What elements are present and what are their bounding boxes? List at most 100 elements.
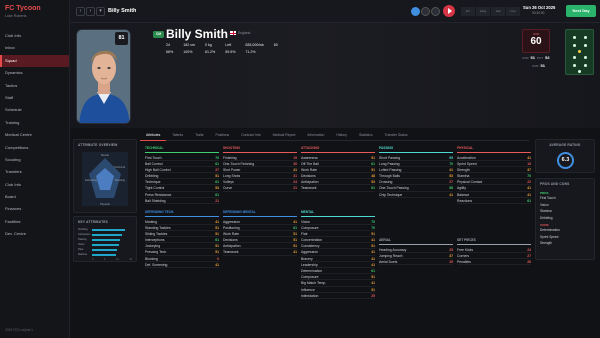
attribute-group-title: Physical xyxy=(457,146,531,153)
sidebar-item[interactable]: Medical Centre xyxy=(0,129,69,141)
attribute-name: Long Shots xyxy=(223,174,241,179)
pros-cons-title: Pros and Cons xyxy=(540,182,570,186)
key-attribute-label: Composure xyxy=(78,233,91,236)
attribute-row[interactable]: Def. Screening 41 xyxy=(145,262,219,268)
overview-label-mental: Mental xyxy=(101,153,109,157)
tab-traits[interactable]: Traits xyxy=(189,131,209,141)
sidebar-item[interactable]: Facilities xyxy=(0,216,69,228)
attribute-name: Work Rate xyxy=(301,167,317,172)
sidebar-item[interactable]: Dev. Centre xyxy=(0,228,69,240)
next-day-button[interactable]: Next Day xyxy=(566,5,596,17)
attribute-name: Sprint Speed xyxy=(457,161,477,166)
position-pitch-map[interactable] xyxy=(565,29,594,75)
sidebar-item[interactable]: Schedule xyxy=(0,104,69,116)
attribute-value: 48 xyxy=(371,174,375,179)
key-attribute-bar xyxy=(92,243,119,246)
attribute-value: 25 xyxy=(449,247,453,252)
attribute-value: 27 xyxy=(449,180,453,185)
attribute-row[interactable]: Teamwork 41 xyxy=(223,249,297,256)
average-rating-title: Average Rating xyxy=(549,143,581,147)
attribute-row[interactable]: Chip Technique 41 xyxy=(379,192,453,198)
attribute-value: 25 xyxy=(371,293,375,298)
attribute-group-defending-mental: Defending Mental Aggression 41 Positioning 6… xyxy=(223,210,297,256)
attribute-row[interactable]: Intimidation 25 xyxy=(301,293,375,299)
attribute-row[interactable]: Ball Shielding 21 xyxy=(145,198,219,204)
tab-talents[interactable]: Talents xyxy=(166,131,189,141)
attribute-group-set-pieces: Set Pieces Free Kicks 24 Corners 27 Penalties… xyxy=(457,238,531,266)
speed-option[interactable]: 1wk xyxy=(491,7,505,16)
attribute-name: Jockeying xyxy=(145,244,161,249)
player-info-value: 60 xyxy=(273,43,278,47)
attribute-name: Finishing xyxy=(223,155,237,160)
tab-statistics[interactable]: Statistics xyxy=(353,131,379,141)
nationality: England xyxy=(238,31,251,35)
attribute-row[interactable]: Aerial Duels 25 xyxy=(379,259,453,266)
player-name: Billy Smith xyxy=(166,27,229,41)
sidebar-item[interactable]: Training xyxy=(0,117,69,129)
attribute-value: 27 xyxy=(215,167,219,172)
sidebar-item[interactable]: Staff xyxy=(0,92,69,104)
attribute-group-title: Set Pieces xyxy=(457,238,531,245)
attribute-name: Marking xyxy=(145,219,158,224)
tab-medical-report[interactable]: Medical Report xyxy=(267,131,302,141)
attribute-value: 61 xyxy=(215,238,219,243)
back-button[interactable]: ‹ xyxy=(76,7,85,16)
club-title: FC Tycoon xyxy=(5,5,41,12)
attribute-value: 26 xyxy=(527,259,531,264)
attribute-row[interactable]: Curve 21 xyxy=(223,185,297,192)
sidebar-item[interactable]: Inbox xyxy=(0,42,69,54)
attribute-group-physical: Physical Acceleration 41 Sprint Speed 19 Stre… xyxy=(457,146,531,204)
attribute-name: Stamina xyxy=(457,174,470,179)
sidebar-item[interactable]: Transfers xyxy=(0,166,69,178)
sidebar-item[interactable]: Club Info xyxy=(0,179,69,191)
attribute-row[interactable]: Teamwork 61 xyxy=(301,185,375,192)
tab-transfer-status[interactable]: Transfer Status xyxy=(379,131,414,141)
key-attributes-axis: 0 5 10 15 xyxy=(74,257,136,261)
tab-information[interactable]: Information xyxy=(301,131,330,141)
attribute-row[interactable]: Reactions 61 xyxy=(457,198,531,204)
attribute-name: Short Passing xyxy=(379,155,401,160)
attribute-group-defending-tech-: Defending Tech. Marking 41 Standing Tackles… xyxy=(145,210,219,268)
attribute-name: Ball Shielding xyxy=(145,198,166,203)
sidebar-item[interactable]: Board xyxy=(0,191,69,203)
sidebar-item[interactable]: Dynamics xyxy=(0,67,69,79)
attribute-value: 21 xyxy=(215,198,219,203)
tab-attributes[interactable]: Attributes xyxy=(140,131,167,141)
attribute-name: Sliding Tackles xyxy=(145,231,168,236)
sidebar-item[interactable]: Competitions xyxy=(0,142,69,154)
settings-icon[interactable] xyxy=(431,7,440,16)
attribute-name: Technique xyxy=(145,180,161,185)
attribute-value: 61 xyxy=(215,180,219,185)
attribute-value: 51 xyxy=(371,231,375,236)
tab-contract-info[interactable]: Contract Info xyxy=(235,131,266,141)
key-attribute-label: Pace xyxy=(78,248,84,251)
sidebar-item[interactable]: Squad xyxy=(0,54,69,68)
attribute-name: Flair xyxy=(301,231,308,236)
tab-history[interactable]: History xyxy=(330,131,353,141)
player-info-value: 59.5% xyxy=(225,50,236,54)
attribute-name: Interceptions xyxy=(145,238,165,243)
attribute-name: High Ball Control xyxy=(145,167,171,172)
speed-option[interactable]: 1mo xyxy=(506,7,520,16)
globe-icon[interactable] xyxy=(411,7,420,16)
tab-positions[interactable]: Positions xyxy=(209,131,235,141)
sidebar-item[interactable]: Finances xyxy=(0,203,69,215)
play-icon[interactable] xyxy=(443,5,455,17)
attribute-name: Physical Contact xyxy=(457,180,483,185)
forward-button[interactable]: › xyxy=(86,7,95,16)
notification-icon[interactable] xyxy=(421,7,430,16)
history-dropdown-button[interactable]: ▾ xyxy=(96,7,105,16)
player-info-value: 24 xyxy=(166,43,170,47)
speed-option[interactable]: 1hr xyxy=(461,7,475,16)
potential-row-2: OVR 51 xyxy=(532,63,545,68)
sidebar-item[interactable]: Club Info xyxy=(0,30,69,42)
sidebar-item[interactable]: Scouting xyxy=(0,154,69,166)
attribute-value: 51 xyxy=(371,167,375,172)
speed-option[interactable]: 1day xyxy=(476,7,490,16)
attribute-name: Decisions xyxy=(301,174,316,179)
attribute-value: 41 xyxy=(527,155,531,160)
sidebar-item[interactable]: Tactics xyxy=(0,80,69,92)
attribute-value: 41 xyxy=(527,192,531,197)
attribute-row[interactable]: Penalties 26 xyxy=(457,259,531,266)
attribute-overview-title: Attribute Overview xyxy=(78,143,118,147)
